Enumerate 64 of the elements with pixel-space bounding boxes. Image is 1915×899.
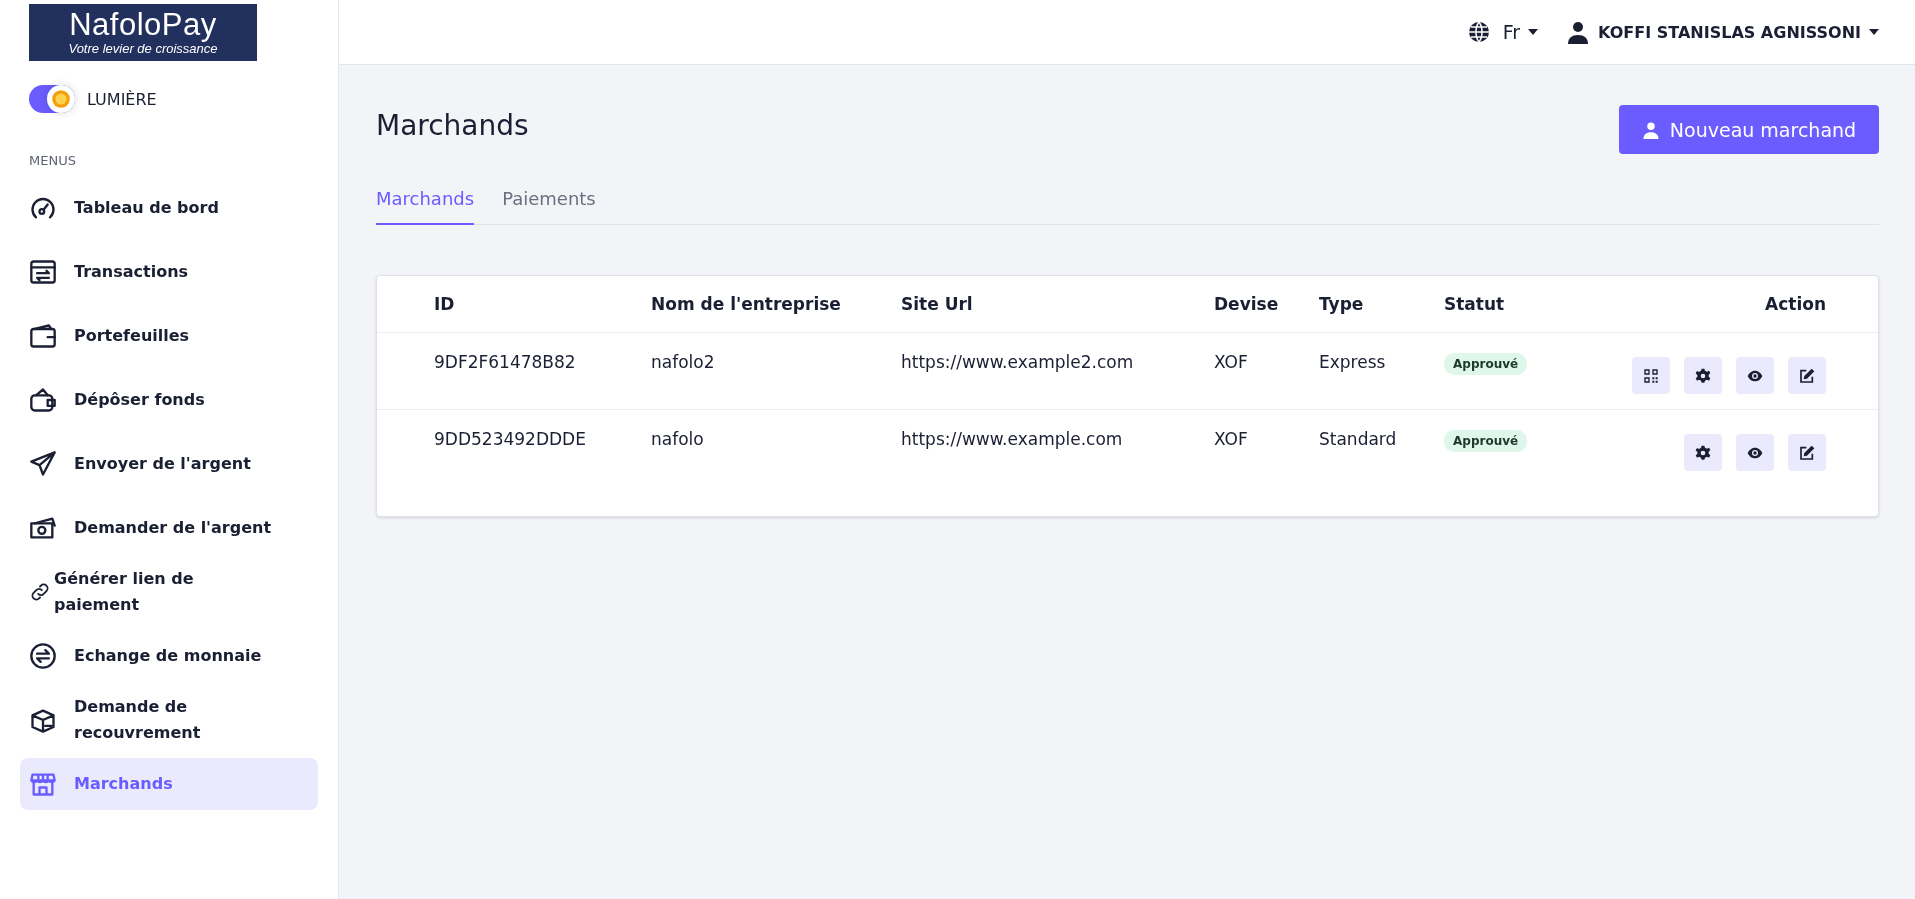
person-icon: [1566, 20, 1591, 44]
sidebar-item[interactable]: Echange de monnaie: [20, 630, 318, 682]
table-cell-text: Standard: [1319, 428, 1398, 449]
view-button[interactable]: [1736, 434, 1774, 471]
paper-plane-icon: [29, 450, 57, 478]
user-menu[interactable]: KOFFI STANISLAS AGNISSONI: [1566, 20, 1879, 44]
wallet-icon: [29, 386, 57, 414]
edit-icon: [1799, 444, 1815, 461]
column-header: Devise: [1214, 294, 1280, 314]
sidebar-item[interactable]: Dépôser fonds: [20, 374, 318, 426]
qr-code-button[interactable]: [1632, 357, 1670, 394]
edit-icon: [1799, 367, 1815, 384]
table-cell-text: nafolo: [651, 428, 705, 449]
sidebar-item[interactable]: Générer lien de paiement: [20, 566, 318, 618]
theme-label: LUMIÈRE: [87, 89, 157, 109]
banknotes-icon: [29, 514, 57, 542]
column-header: Nom de l'entreprise: [651, 294, 842, 314]
language-selector[interactable]: Fr: [1466, 20, 1539, 44]
person-icon: [1641, 120, 1660, 139]
column-header: Site Url: [901, 294, 974, 314]
table-cell-text: XOF: [1214, 351, 1249, 372]
logo-name: NafoloPay: [69, 8, 217, 41]
sidebar-item[interactable]: Portefeuilles: [20, 310, 318, 362]
edit-button[interactable]: [1788, 357, 1826, 394]
edit-button[interactable]: [1788, 434, 1826, 471]
table-cell-text: XOF: [1214, 428, 1249, 449]
table-cell-text: 9DD523492DDDE: [434, 428, 587, 449]
table-cell-text: https://www.example2.com: [901, 351, 1135, 372]
column-header: Action: [1764, 294, 1826, 314]
table-cell-text: nafolo2: [651, 351, 716, 372]
status-badge: Approuvé: [1444, 353, 1528, 375]
theme-switch[interactable]: [29, 85, 75, 113]
sidebar-item[interactable]: Marchands: [20, 758, 318, 810]
browser-window-icon: [29, 258, 57, 286]
tab[interactable]: Marchands: [376, 176, 475, 225]
wallet-icon: [29, 322, 57, 350]
sidebar-item[interactable]: Envoyer de l'argent: [20, 438, 318, 490]
gear-icon: [1695, 444, 1711, 461]
menu-section-title: MENUS: [29, 153, 77, 168]
caret-icon: [1869, 29, 1879, 35]
page-title: Marchands: [376, 108, 529, 142]
column-header: Type: [1319, 294, 1365, 314]
sidebar-item[interactable]: Tableau de bord: [20, 182, 318, 234]
sidebar-item[interactable]: Demander de l'argent: [20, 502, 318, 554]
table-cell-text: 9DF2F61478B82: [434, 351, 577, 372]
sidebar-item[interactable]: Transactions: [20, 246, 318, 298]
column-header: Statut: [1444, 294, 1506, 314]
sun-icon: [50, 88, 72, 110]
link-icon: [29, 581, 51, 603]
caret-icon: [1528, 29, 1539, 35]
table-cell-text: https://www.example.com: [901, 428, 1124, 449]
sidebar-item[interactable]: Demande de recouvrement: [20, 694, 318, 746]
tab[interactable]: Paiements: [502, 176, 596, 225]
gear-icon: [1695, 367, 1711, 384]
settings-button[interactable]: [1684, 357, 1722, 394]
exchange-arrows-icon: [29, 642, 57, 670]
new-merchant-button[interactable]: Nouveau marchand: [1619, 105, 1879, 154]
settings-button[interactable]: [1684, 434, 1722, 471]
table-cell-text: Express: [1319, 351, 1387, 372]
qr-code-icon: [1643, 367, 1659, 384]
column-header: ID: [434, 294, 456, 314]
view-button[interactable]: [1736, 357, 1774, 394]
status-badge: Approuvé: [1444, 430, 1528, 452]
globe-icon: [1466, 20, 1491, 44]
